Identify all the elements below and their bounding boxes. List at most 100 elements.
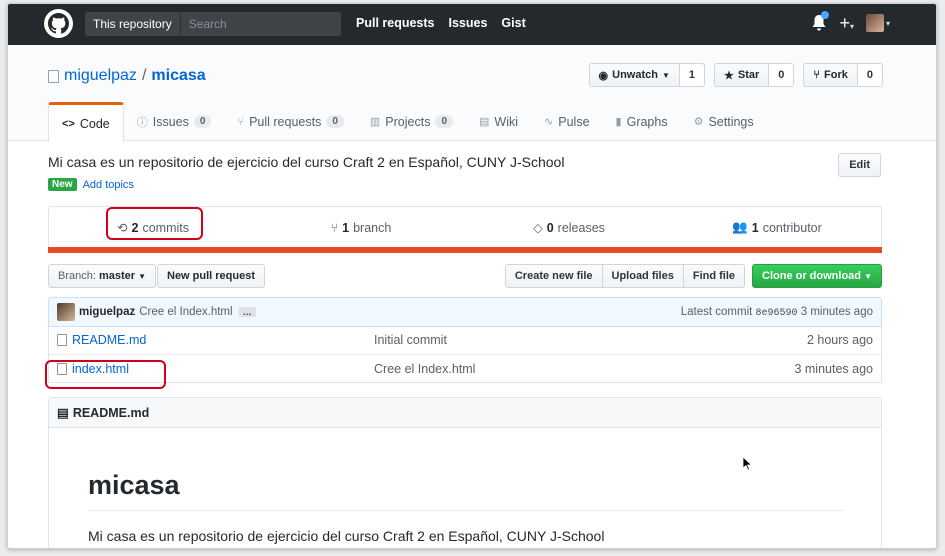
contributor-label: contributor [762, 220, 822, 235]
repo-actions: ◉ Unwatch ▼ 1 ★ Star 0 ⑂ Fork 0 [588, 63, 883, 87]
tab-code[interactable]: <> Code [48, 102, 124, 142]
new-badge: New [48, 178, 77, 191]
star-group: ★ Star 0 [714, 63, 795, 87]
browser-frame: This repository Search Pull requests Iss… [7, 3, 937, 549]
tab-issues[interactable]: ⓘ Issues 0 [124, 102, 225, 141]
branches-link[interactable]: ⑂ 1 branch [257, 207, 465, 248]
commit-message-link[interactable]: Cree el Index.html [139, 306, 232, 318]
file-commit-message-link[interactable]: Initial commit [374, 333, 807, 347]
index-html-highlight-box [45, 360, 166, 389]
readme-divider [88, 510, 844, 511]
watch-count[interactable]: 1 [679, 63, 706, 87]
tab-pull-requests[interactable]: ⑂ Pull requests 0 [224, 102, 356, 141]
unwatch-button[interactable]: ◉ Unwatch ▼ [588, 63, 680, 87]
branch-count: 1 [342, 220, 350, 235]
projects-counter: 0 [435, 115, 454, 128]
create-new-menu[interactable]: +▾ [839, 14, 854, 32]
readme-body: Mi casa es un repositorio de ejercicio d… [88, 528, 605, 544]
tab-label: Issues [152, 114, 189, 129]
star-button[interactable]: ★ Star [714, 63, 770, 87]
file-navigation: Branch: master ▼ New pull request Create… [48, 264, 882, 288]
fork-button[interactable]: ⑂ Fork [803, 63, 858, 87]
file-icon [57, 334, 67, 346]
avatar[interactable] [57, 303, 75, 321]
contributors-link[interactable]: 👥 1 contributor [673, 207, 881, 248]
language-bar[interactable] [48, 247, 882, 253]
add-topics-link[interactable]: Add topics [83, 179, 134, 191]
branch-icon: ⑂ [330, 220, 339, 235]
nav-pull-requests[interactable]: Pull requests [356, 16, 435, 30]
pulse-icon: ∿ [544, 116, 554, 128]
book-icon: ▤ [57, 406, 69, 420]
fork-group: ⑂ Fork 0 [803, 63, 883, 87]
star-icon: ★ [724, 69, 734, 82]
user-menu[interactable]: ▾ [865, 14, 890, 32]
star-count[interactable]: 0 [769, 63, 795, 87]
clone-or-download-button[interactable]: Clone or download ▼ [752, 264, 882, 288]
repo-name-link[interactable]: micasa [151, 67, 205, 85]
releases-count: 0 [546, 220, 554, 235]
releases-link[interactable]: ◇ 0 releases [465, 207, 673, 248]
eye-icon: ◉ [598, 69, 609, 82]
unwatch-label: Unwatch [612, 69, 658, 81]
commit-author-link[interactable]: miguelpaz [79, 306, 135, 318]
find-file-button[interactable]: Find file [683, 264, 746, 288]
tab-pulse[interactable]: ∿ Pulse [531, 102, 603, 141]
chevron-down-icon: ▼ [661, 70, 670, 80]
gear-icon: ⚙ [693, 116, 704, 128]
people-icon: 👥 [732, 220, 748, 234]
tab-wiki[interactable]: ▤ Wiki [466, 102, 531, 141]
file-age: 2 hours ago [806, 333, 873, 347]
nav-issues[interactable]: Issues [449, 16, 488, 30]
nav-gist[interactable]: Gist [501, 16, 525, 30]
star-label: Star [737, 69, 760, 81]
tab-graphs[interactable]: ▮ Graphs [603, 102, 681, 141]
branch-label: branch [353, 220, 392, 235]
code-icon: <> [62, 117, 75, 130]
latest-commit-info: Latest commit 8e96590 3 minutes ago [681, 306, 873, 319]
pull-request-icon: ⑂ [237, 115, 245, 128]
fork-label: Fork [824, 69, 848, 81]
search-box[interactable]: This repository Search [85, 12, 341, 36]
repo-header: miguelpaz / micasa ◉ Unwatch ▼ 1 ★ Star 0 ⑂… [8, 45, 936, 142]
github-logo-icon[interactable] [44, 9, 73, 38]
fork-count[interactable]: 0 [857, 63, 883, 87]
fork-icon: ⑂ [813, 69, 821, 81]
commits-highlight-box [106, 207, 203, 240]
file-name-link[interactable]: README.md [72, 333, 374, 347]
tab-label: Code [79, 116, 110, 131]
search-scope-label: This repository [85, 12, 181, 36]
new-pull-request-button[interactable]: New pull request [157, 264, 266, 288]
issue-icon: ⓘ [136, 116, 148, 129]
search-input[interactable]: Search [181, 17, 341, 31]
tab-settings[interactable]: ⚙ Settings [681, 102, 767, 141]
unread-dot [821, 11, 830, 19]
repo-owner-link[interactable]: miguelpaz [64, 67, 137, 85]
repo-tabs: <> Code ⓘ Issues 0 ⑂ Pull requests 0 ▥ Project… [48, 102, 767, 142]
create-new-file-button[interactable]: Create new file [504, 264, 603, 288]
commit-sha-link[interactable]: 8e96590 [756, 308, 798, 319]
plus-icon: + [839, 13, 850, 33]
file-actions: Create new file Upload files Find file C… [504, 264, 882, 288]
watch-group: ◉ Unwatch ▼ 1 [588, 63, 706, 87]
latest-commit-bar: miguelpaz Cree el Index.html … Latest co… [48, 297, 882, 327]
expand-commit-button[interactable]: … [238, 307, 256, 317]
chevron-down-icon: ▼ [864, 271, 872, 281]
readme-file-label: README.md [72, 405, 150, 420]
file-commit-message-link[interactable]: Cree el Index.html [374, 362, 794, 376]
chevron-down-icon: ▼ [138, 271, 147, 281]
repo-description: Mi casa es un repositorio de ejercicio d… [48, 154, 565, 170]
graph-icon: ▮ [615, 116, 622, 128]
readme-panel: ▤ README.md micasa Mi casa es un reposit… [48, 397, 882, 548]
branch-select-button[interactable]: Branch: master ▼ [48, 264, 157, 288]
pull-requests-counter: 0 [326, 115, 344, 128]
tab-projects[interactable]: ▥ Projects 0 [357, 102, 466, 141]
chevron-down-icon: ▾ [885, 18, 890, 28]
edit-description-button[interactable]: Edit [838, 153, 881, 177]
chevron-down-icon: ▾ [849, 22, 854, 31]
tab-label: Pulse [558, 114, 590, 129]
upload-files-button[interactable]: Upload files [602, 264, 684, 288]
notifications-bell-icon[interactable] [811, 11, 830, 32]
avatar [865, 14, 884, 32]
top-nav: Pull requests Issues Gist [356, 16, 526, 30]
